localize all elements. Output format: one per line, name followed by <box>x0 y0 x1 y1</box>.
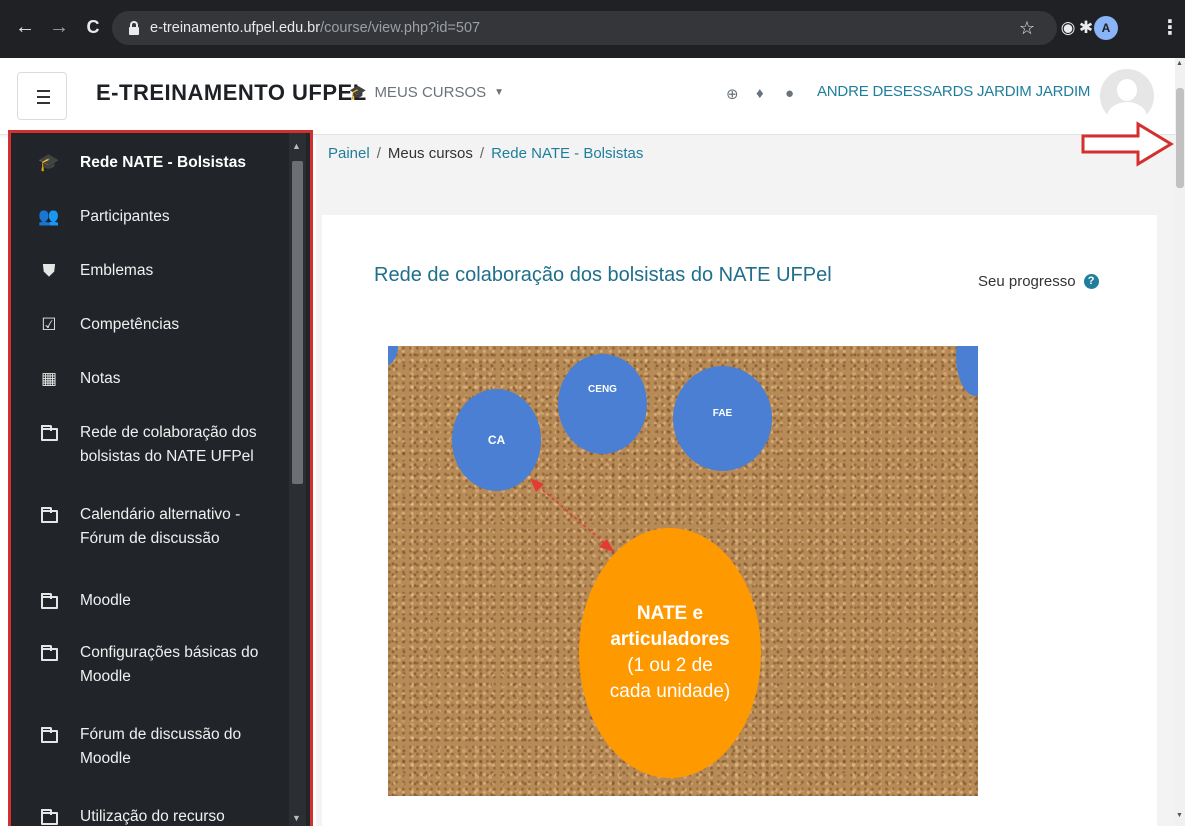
table-icon: ▦ <box>40 369 58 388</box>
sidebar-item-label: Configurações básicas do Moodle <box>80 644 259 685</box>
graduation-cap-icon: 🎓 <box>38 153 60 172</box>
my-courses-menu[interactable]: 🎓 MEUS CURSOS ▼ <box>349 84 504 101</box>
sidebar-item-label: Competências <box>80 316 180 333</box>
nate-line-1: NATE e <box>636 603 704 624</box>
sidebar-item-label: Utilização do recurso <box>80 808 225 825</box>
page-scroll-up-icon[interactable]: ▲ <box>1176 60 1183 67</box>
folder-icon <box>38 422 60 444</box>
sidebar-item-section-2[interactable]: Calendário alternativo - Fórum de discus… <box>38 503 265 551</box>
checkbox-icon: ☑ <box>41 315 57 334</box>
collaboration-diagram-image: CA CENG FAE NATE e articuladores (1 ou 2… <box>388 346 978 796</box>
sidebar-item-participants[interactable]: 👥 Participantes <box>38 205 265 229</box>
graduation-cap-icon: 🎓 <box>349 84 367 100</box>
annotation-arrow-icon <box>1081 121 1174 167</box>
folder-icon <box>38 806 60 826</box>
sidebar-item-label: Emblemas <box>80 262 154 279</box>
help-icon[interactable]: ? <box>1083 274 1099 289</box>
sidebar-item-label: Calendário alternativo - Fórum de discus… <box>80 506 241 547</box>
folder-icon <box>38 724 60 746</box>
breadcrumb-dashboard[interactable]: Painel <box>328 145 370 162</box>
back-arrow-icon[interactable]: ← <box>14 14 36 40</box>
address-bar[interactable]: e-treinamento.ufpel.edu.br/course/view.p… <box>112 11 1057 45</box>
sidebar-item-label: Participantes <box>80 208 170 225</box>
sidebar-item-section-6[interactable]: Utilização do recurso <box>38 805 265 826</box>
forward-arrow-icon[interactable]: → <box>48 14 70 40</box>
sidebar-item-section-1[interactable]: Rede de colaboração dos bolsistas do NAT… <box>38 421 265 469</box>
breadcrumb-separator: / <box>376 145 381 162</box>
drawer-toggle-button[interactable] <box>17 72 67 120</box>
sidebar-item-section-4[interactable]: Configurações básicas do Moodle <box>38 641 265 689</box>
reload-icon[interactable]: C <box>82 14 104 40</box>
sidebar-item-badges[interactable]: ⛊ Emblemas <box>38 259 265 283</box>
scroll-down-icon[interactable]: ▼ <box>292 813 301 823</box>
folder-icon <box>38 504 60 526</box>
nate-line-2: articuladores <box>610 629 730 650</box>
folder-icon <box>38 590 60 612</box>
sidebar-item-label: Rede de colaboração dos bolsistas do NAT… <box>80 424 257 465</box>
progress-indicator: Seu progresso ? <box>978 273 1099 290</box>
breadcrumb-separator: / <box>479 145 485 162</box>
page-scroll-down-icon[interactable]: ▼ <box>1176 812 1183 819</box>
globe-icon[interactable]: ⊕ <box>726 85 739 103</box>
url-host: e-treinamento.ufpel.edu.br <box>150 20 321 36</box>
profile-avatar[interactable]: A <box>1094 16 1118 40</box>
browser-toolbar: ← → C e-treinamento.ufpel.edu.br/course/… <box>0 0 1185 58</box>
site-name[interactable]: E-TREINAMENTO UFPEL <box>96 80 367 106</box>
url-path: /course/view.php?id=507 <box>320 20 481 36</box>
sidebar-item-competencies[interactable]: ☑ Competências <box>38 313 265 337</box>
course-navigation-drawer: 🎓 Rede NATE - Bolsistas 👥 Participantes … <box>8 130 313 826</box>
shield-icon: ⛊ <box>42 261 56 280</box>
user-avatar[interactable] <box>1100 69 1154 123</box>
breadcrumb-my-courses[interactable]: Meus cursos <box>388 145 473 162</box>
folder-icon <box>38 642 60 664</box>
sidebar-scroll-thumb[interactable] <box>292 161 303 484</box>
bell-icon[interactable]: ♦ <box>756 85 764 102</box>
caret-down-icon: ▼ <box>494 87 505 98</box>
user-name[interactable]: ANDRE DESESSARDS JARDIM JARDIM <box>817 83 1090 100</box>
my-courses-label: MEUS CURSOS <box>374 84 487 101</box>
sidebar-item-label: Notas <box>80 370 121 387</box>
sidebar-item-label: Moodle <box>80 592 131 609</box>
progress-label: Seu progresso <box>978 273 1076 290</box>
site-navbar: E-TREINAMENTO UFPEL 🎓 MEUS CURSOS ▼ ⊕ ♦ … <box>0 58 1175 135</box>
sidebar-item-label: Fórum de discussão do Moodle <box>80 726 242 767</box>
page-scroll-thumb[interactable] <box>1176 88 1184 188</box>
sidebar-item-course-home[interactable]: 🎓 Rede NATE - Bolsistas <box>38 151 265 175</box>
nate-line-3: (1 ou 2 de <box>627 655 713 676</box>
sidebar-item-section-5[interactable]: Fórum de discussão do Moodle <box>38 723 265 771</box>
nate-line-4: cada unidade) <box>609 681 731 702</box>
breadcrumb-current-course[interactable]: Rede NATE - Bolsistas <box>491 145 643 162</box>
scroll-up-icon[interactable]: ▲ <box>292 141 301 151</box>
more-menu-icon[interactable]: ⋮ <box>1160 16 1180 40</box>
bubble-nate-center: NATE e articuladores (1 ou 2 de cada uni… <box>579 528 761 778</box>
users-icon: 👥 <box>38 207 60 226</box>
url-text[interactable]: e-treinamento.ufpel.edu.br/course/view.p… <box>150 11 480 45</box>
section-title[interactable]: Rede de colaboração dos bolsistas do NAT… <box>374 264 832 287</box>
sidebar-item-grades[interactable]: ▦ Notas <box>38 367 265 391</box>
bookmark-star-icon[interactable]: ☆ <box>1019 11 1035 45</box>
lock-icon[interactable] <box>129 21 139 35</box>
sidebar-item-label: Rede NATE - Bolsistas <box>80 154 246 171</box>
sidebar-item-section-3[interactable]: Moodle <box>38 589 265 613</box>
chat-bubble-icon[interactable]: ● <box>785 85 794 102</box>
breadcrumb: Painel / Meus cursos / Rede NATE - Bolsistas <box>328 145 643 162</box>
